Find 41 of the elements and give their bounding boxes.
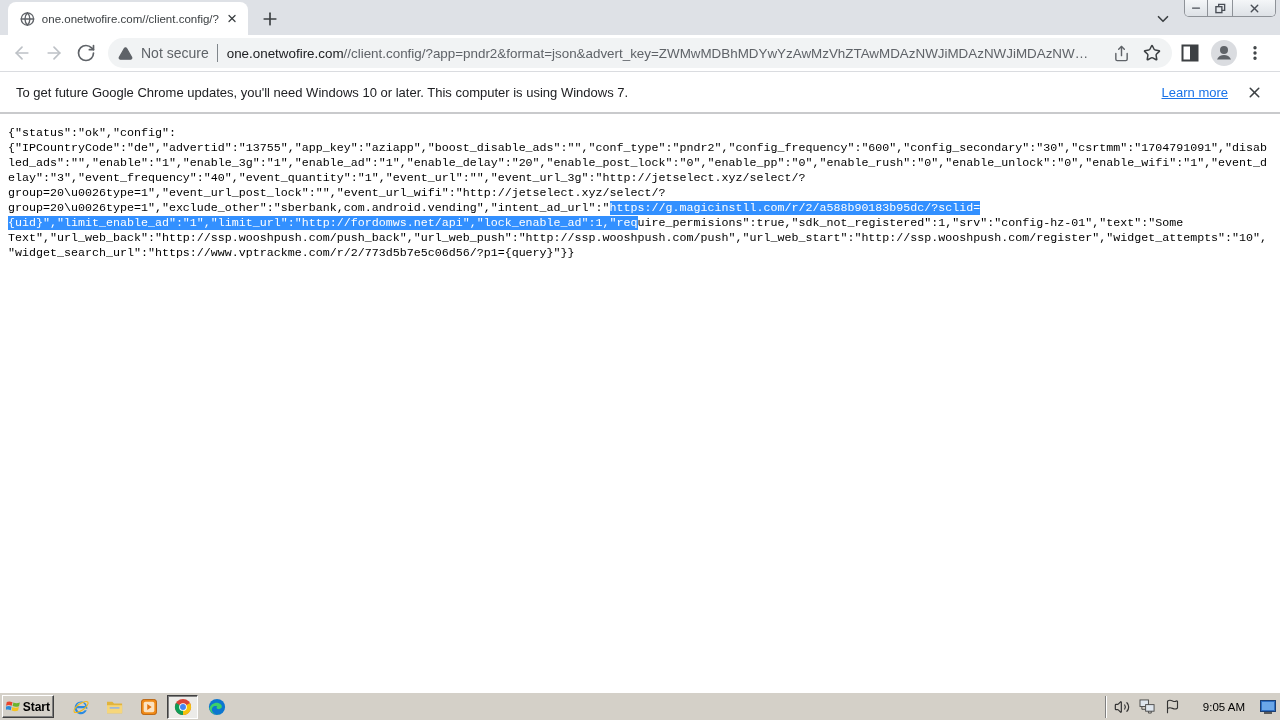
flag-icon[interactable] xyxy=(1164,699,1180,714)
edge-logo-icon xyxy=(207,697,226,716)
windows-logo-icon xyxy=(6,699,21,714)
tab-title: one.onetwofire.com//client.config/? xyxy=(41,12,219,25)
desktop-icon[interactable] xyxy=(1260,699,1276,714)
json-text: {"status":"ok","config": xyxy=(8,126,176,140)
browser-tab[interactable]: one.onetwofire.com//client.config/? xyxy=(8,2,248,35)
json-text: led_ads":"","enable":"1","enable_3g":"1","enable_ad":"1","enable_delay":"20","enable_post_lock":"0","enable_pp":"0","enable_rush":"0","enable_unlock":"0","enable_wifi":"1","event_d xyxy=(8,156,1268,170)
play-icon xyxy=(140,698,157,715)
json-text: group=20\u0026type=1","exclude_other":"sberbank,com.android.vending","intent_ad_url":" xyxy=(8,201,610,215)
json-text: "widget_search_url":"https://www.vptrackme.com/r/2/773d5b7e5c06d56/?p1={query}"}} xyxy=(8,246,575,260)
update-message: To get future Google Chrome updates, you'll need Windows 10 or later. This computer is using Windows 7. xyxy=(16,84,629,100)
taskbar-button[interactable] xyxy=(167,694,198,719)
network-icon[interactable] xyxy=(1138,699,1156,714)
json-text: {"IPCountryCode":"de","advertid":"13755","app_key":"aziapp","boost_disable_ads":"","conf_type":"pndr2","config_frequency":"600","config_secondary":"30","csrtmm":"1704791091","disab xyxy=(8,141,1268,155)
start-button[interactable]: Start xyxy=(2,695,54,718)
selected-text: https://g.magicinstll.com/r/2/a588b90183b95dc/?sclid= xyxy=(609,201,981,215)
share-icon[interactable] xyxy=(1112,44,1130,62)
restore-icon xyxy=(1214,2,1226,14)
bookmark-star-icon[interactable] xyxy=(1143,44,1161,62)
json-text: Text","url_web_back":"http://ssp.wooshpush.com/push_back","url_web_push":"http://ssp.wooshpush.com/push","url_web_start":"http://ssp.wooshpush.com/register","widget_attempts":"10", xyxy=(8,231,1268,245)
chrome-logo-icon xyxy=(173,697,192,716)
learn-more-link[interactable]: Learn more xyxy=(1161,84,1228,100)
json-text: elay":"3","event_frequency":"40","event_quantity":"1","event_url":"","event_url_3g":"http://jetselect.xyz/select/? xyxy=(8,171,806,185)
minimize-button[interactable] xyxy=(1185,0,1207,16)
address-bar[interactable]: Not secure one.onetwofire.com//client.config/?app=pndr2&format=json&advert_key=ZWMwMDBhMDYwYzAwMzVhZTAwMDAzNWJiMDAzNWJiMDAzNW… xyxy=(108,38,1172,68)
json-text: uire_permisions":true,"sdk_not_registered":1,"srv":"config-hz-01","text":"Some xyxy=(637,216,1184,230)
close-window-button[interactable] xyxy=(1232,0,1275,16)
close-tab-icon[interactable] xyxy=(225,12,238,25)
reload-icon[interactable] xyxy=(76,43,96,63)
speaker-icon[interactable] xyxy=(1113,698,1130,715)
globe-icon xyxy=(20,10,35,27)
json-text: group=20\u0026type=1","event_url_post_lock":"","event_url_wifi":"http://jetselect.xyz/select/? xyxy=(8,186,666,200)
url-text[interactable]: one.onetwofire.com//client.config/?app=pndr2&format=json&advert_key=ZWMwMDBhMDYwYzAwMzVhZTAwMDAzNWJiMDAzNWJiMDAzNW… xyxy=(226,45,1106,61)
side-panel-icon[interactable] xyxy=(1181,44,1199,62)
selected-text: {uid}","limit_enable_ad":"1","limit_url":"http://fordomws.net/api","lock_enable_ad":1,"req xyxy=(8,216,638,230)
security-label[interactable]: Not secure xyxy=(141,45,209,61)
avatar-icon[interactable] xyxy=(1211,40,1237,66)
restore-button[interactable] xyxy=(1207,0,1232,16)
warning-icon xyxy=(118,45,133,61)
clock[interactable]: 9:05 AM xyxy=(1202,700,1245,713)
